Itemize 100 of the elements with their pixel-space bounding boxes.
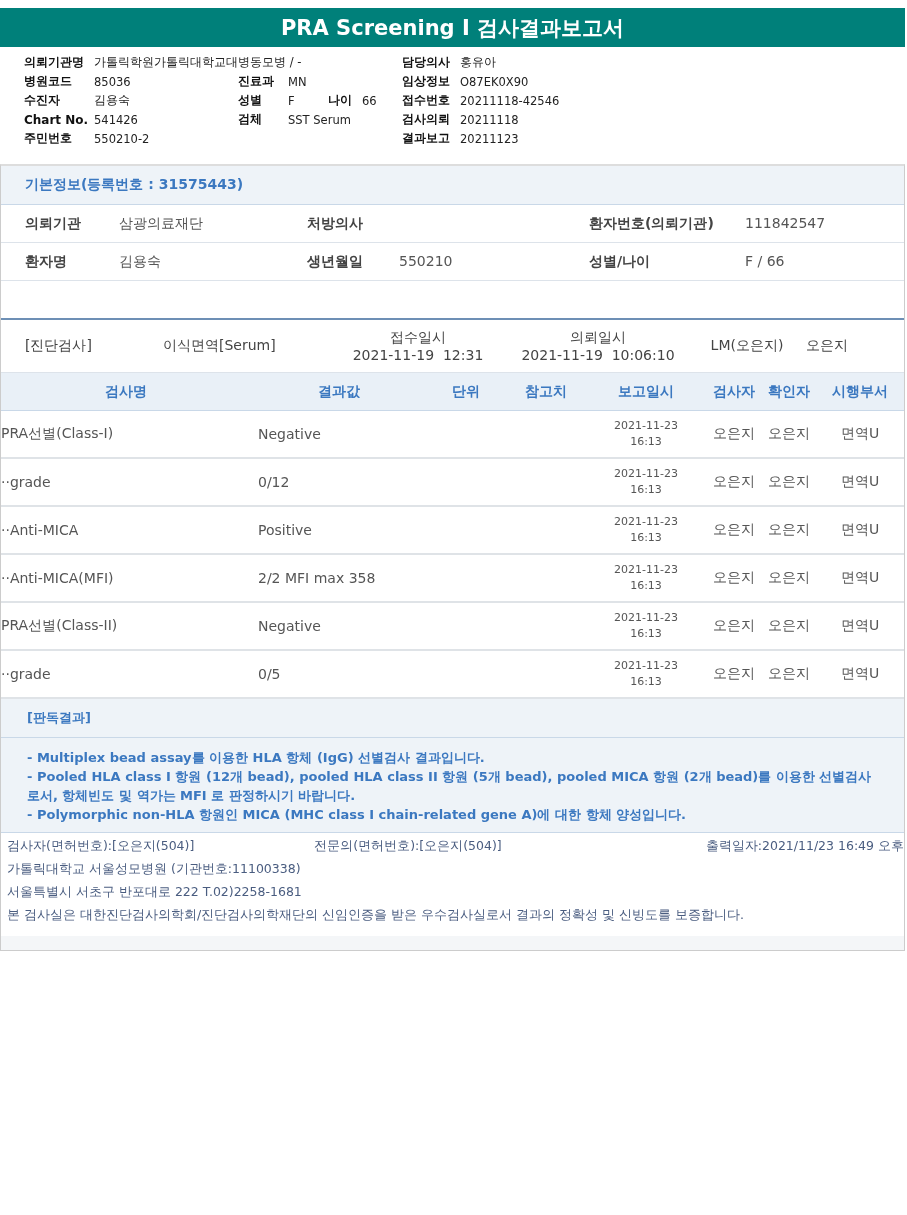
- examiner-text: 오은지: [806, 337, 848, 355]
- field-value: 111842547: [745, 214, 826, 233]
- field-label: 수진자: [24, 92, 61, 109]
- table-cell-text: 2021-11-23 16:13: [613, 514, 679, 546]
- table-cell-text: 면역U: [839, 617, 881, 635]
- table-cell-text: 오은지: [711, 617, 756, 635]
- field-label: 생년월일: [307, 252, 364, 271]
- table-cell-text: 면역U: [839, 521, 881, 539]
- field-value: 20211118: [460, 112, 519, 127]
- table-cell-text: PRA선별(Class-I): [1, 425, 115, 443]
- field-value: 홍유아: [460, 55, 496, 70]
- table-cell-text: 오은지: [766, 473, 811, 491]
- report-title: PRA Screening I 검사결과보고서: [0, 8, 905, 47]
- field-label: 접수일시: [390, 329, 446, 347]
- section-header: [판독결과]: [1, 699, 904, 738]
- interpretation-text: - Pooled HLA class I 항원 (12개 bead), pooled HLA class II 항원 (5개 bead), pooled MICA 항원 (2개 bead)를 이용한 선별검사로서, 항체빈도 및 역가는 MFI 로 판정하시기 바랍니다.: [27, 768, 873, 805]
- specimen-text: 이식면역[Serum]: [163, 337, 277, 355]
- field-label: Chart No.: [24, 112, 90, 127]
- table-cell-text: 오은지: [766, 425, 811, 443]
- column-header: 검사자: [711, 382, 756, 401]
- column-header: 시행부서: [831, 382, 889, 401]
- tester-license: 검사자(면허번호):[오은지(504)]: [7, 837, 195, 855]
- field-label: 임상정보: [402, 73, 451, 90]
- table-cell-text: 오은지: [766, 569, 811, 587]
- column-header: 보고일시: [617, 382, 675, 401]
- interpretation-text: - Polymorphic non-HLA 항원인 MICA (MHC class I chain-related gene A)에 대한 항체 양성입니다.: [27, 806, 687, 824]
- table-cell-text: 면역U: [839, 569, 881, 587]
- table-cell-text: 오은지: [711, 569, 756, 587]
- column-header: 결과값: [316, 382, 361, 401]
- field-label: 성별/나이: [589, 252, 652, 271]
- table-cell-text: Positive: [257, 522, 313, 538]
- table-cell-text: 2/2 MFI max 358: [257, 570, 377, 586]
- section-header: 기본정보(등록번호 : 31575443): [1, 166, 904, 205]
- interpretation-text: - Multiplex bead assay를 이용한 HLA 항체 (IgG) 선별검사 결과입니다.: [27, 749, 486, 767]
- field-label: 나이: [328, 92, 353, 109]
- field-label: 환자번호(의뢰기관): [589, 214, 715, 233]
- field-label: 검사의뢰: [402, 111, 451, 128]
- field-label: 의뢰일시: [570, 329, 626, 347]
- field-value: 삼광의료재단: [119, 214, 203, 233]
- footer-text: 가톨릭대학교 서울성모병원 (기관번호:11100338): [7, 860, 302, 878]
- field-label: 환자명: [25, 252, 68, 271]
- field-value: F / 66: [745, 252, 785, 271]
- table-cell-text: 2021-11-23 16:13: [613, 466, 679, 498]
- field-label: 처방의사: [307, 214, 364, 233]
- field-value: 20211118-42546: [460, 93, 560, 108]
- field-value: 가톨릭학원가톨릭대학교대병동모병 / -: [94, 55, 302, 70]
- field-value: O87EK0X90: [460, 74, 529, 89]
- field-value: F: [288, 93, 296, 108]
- table-cell-text: 오은지: [766, 665, 811, 683]
- field-label: 의뢰기관명: [24, 54, 85, 71]
- column-header: 단위: [451, 382, 481, 401]
- field-label: 주민번호: [24, 130, 73, 147]
- exam-category: [진단검사]: [25, 337, 93, 355]
- field-value: 김용숙: [119, 252, 161, 271]
- field-value: 550210-2: [94, 131, 150, 146]
- table-cell-text: ··grade: [1, 666, 52, 682]
- table-cell-text: Negative: [257, 618, 322, 634]
- field-label: 담당의사: [402, 54, 451, 71]
- field-label: 성별: [238, 92, 263, 109]
- table-cell-text: 0/5: [257, 666, 282, 682]
- table-cell-text: 2021-11-23 16:13: [613, 562, 679, 594]
- field-label: 병원코드: [24, 73, 73, 90]
- field-label: 접수번호: [402, 92, 451, 109]
- table-cell-text: 2021-11-23 16:13: [613, 658, 679, 690]
- field-value: 85036: [94, 74, 131, 89]
- specialist-license: 전문의(면허번호):[오은지(504)]: [314, 837, 502, 855]
- field-value: 66: [362, 93, 377, 108]
- field-value: 550210: [399, 252, 453, 271]
- table-cell-text: 2021-11-23 16:13: [613, 418, 679, 450]
- field-value: 2021-11-19 12:31: [352, 347, 484, 363]
- field-value: 20211123: [460, 131, 519, 146]
- table-cell-text: ··Anti-MICA(MFI): [1, 570, 115, 586]
- footer-text: 서울특별시 서초구 반포대로 222 T.02)2258-1681: [7, 883, 303, 901]
- field-label: 결과보고: [402, 130, 451, 147]
- field-value: 2021-11-19 10:06:10: [521, 347, 675, 363]
- lm-text: LM(오은지): [709, 337, 785, 355]
- field-value: 541426: [94, 112, 138, 127]
- field-label: 검체: [238, 111, 263, 128]
- field-value: 김용숙: [94, 93, 130, 108]
- table-cell-text: 오은지: [766, 617, 811, 635]
- table-cell-text: 오은지: [711, 665, 756, 683]
- table-cell-text: 면역U: [839, 665, 881, 683]
- table-cell-text: PRA선별(Class-II): [1, 617, 119, 635]
- table-cell-text: 0/12: [257, 474, 291, 490]
- table-cell-text: 면역U: [839, 473, 881, 491]
- table-cell-text: 오은지: [711, 425, 756, 443]
- table-cell-text: 면역U: [839, 425, 881, 443]
- table-cell-text: 2021-11-23 16:13: [613, 610, 679, 642]
- field-value: MN: [288, 74, 307, 89]
- print-date: 출력일자:2021/11/23 16:49 오후: [705, 837, 904, 855]
- table-cell-text: 오은지: [711, 521, 756, 539]
- field-label: 의뢰기관: [25, 214, 82, 233]
- footer-text: 본 검사실은 대한진단검사의학회/진단검사의학재단의 신임인증을 받은 우수검사실로서 결과의 정확성 및 신빙도를 보증합니다.: [7, 906, 745, 924]
- table-cell-text: ··grade: [1, 474, 52, 490]
- column-header: 검사명: [104, 382, 148, 401]
- field-label: 진료과: [238, 73, 275, 90]
- table-cell-text: 오은지: [711, 473, 756, 491]
- column-header: 참고치: [524, 382, 568, 401]
- field-value: SST Serum: [288, 112, 351, 127]
- table-cell-text: 오은지: [766, 521, 811, 539]
